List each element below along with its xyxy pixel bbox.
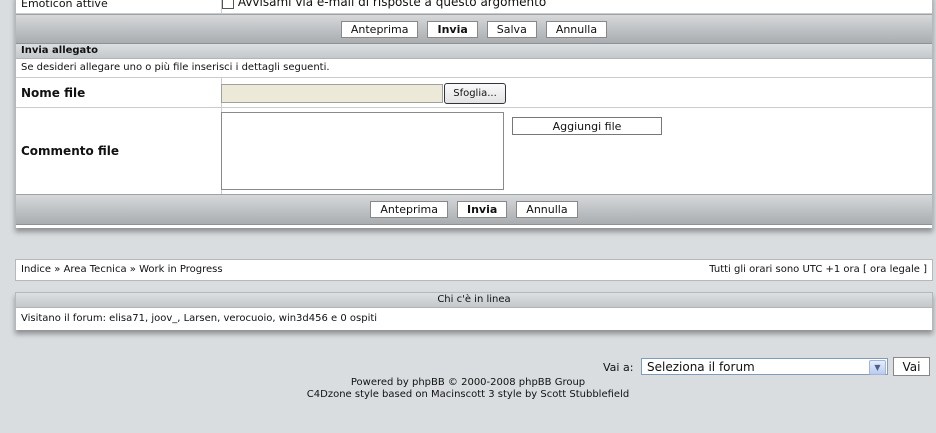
jump-go-button[interactable]: Vai [893,357,930,376]
browse-button[interactable]: Sfoglia... [444,83,506,104]
submit-button[interactable]: Invia [427,20,478,38]
attachment-preview-button[interactable]: Anteprima [370,201,448,218]
online-users: Visitano il forum: elisa71, joov_, Larse… [16,308,932,324]
preview-button[interactable]: Anteprima [340,20,419,38]
footer: Powered by phpBB © 2000-2008 phpBB Group… [0,377,936,401]
comment-label: Commento file [16,108,222,194]
online-users-text: Visitano il forum: elisa71, joov_, Larse… [21,313,378,324]
post-form-panel: Emoticon attive Avvisami via e-mail di r… [15,0,933,228]
filename-input[interactable] [221,84,443,103]
breadcrumb-area-tecnica[interactable]: Area Tecnica [64,264,127,275]
notify-checkbox[interactable] [222,0,234,9]
emoticon-label: Emoticon attive [21,0,108,10]
add-file-button[interactable]: Aggiungi file [512,117,662,135]
jump-label: Vai a: [603,361,634,374]
bottom-button-bar: Anteprima Invia Annulla [16,194,932,225]
online-header: Chi c'è in linea [16,293,932,308]
cancel-button[interactable]: Annulla [545,20,608,38]
breadcrumb-work-in-progress[interactable]: Work in Progress [139,264,222,275]
attachment-submit-button[interactable]: Invia [457,201,508,218]
emoticon-label-cell: Emoticon attive [16,0,222,13]
attachment-header: Invia allegato [16,44,932,59]
chevron-down-icon[interactable]: ▼ [869,360,886,375]
breadcrumb-separator: » [129,264,136,275]
filename-row: Nome file Sfoglia... [16,78,932,108]
online-header-label: Chi c'è in linea [437,294,511,305]
options-row: Emoticon attive Avvisami via e-mail di r… [16,0,932,14]
comment-row: Commento file Aggiungi file [16,108,932,194]
forum-select[interactable]: Seleziona il forum ▼ [641,358,888,375]
save-button[interactable]: Salva [486,20,537,38]
footer-style-credit: C4Dzone style based on Macinscott 3 styl… [306,389,630,400]
breadcrumb-separator: » [54,264,61,275]
timezone-info: Tutti gli orari sono UTC +1 ora [ ora le… [709,264,927,275]
notify-option[interactable]: Avvisami via e-mail di risposte a questo… [222,0,546,9]
timezone-prefix: Tutti gli orari sono UTC +1 ora [ [709,264,867,275]
attachment-description: Se desideri allegare uno o più file inse… [21,62,330,73]
online-panel: Chi c'è in linea Visitano il forum: elis… [15,292,933,330]
breadcrumb-index[interactable]: Indice [21,264,51,275]
attachment-description-row: Se desideri allegare uno o più file inse… [16,59,932,78]
breadcrumb: Indice » Area Tecnica » Work in Progress [21,264,223,275]
notify-label: Avvisami via e-mail di risposte a questo… [237,0,547,9]
footer-powered-by: Powered by phpBB © 2000-2008 phpBB Group [350,377,586,388]
forum-select-value: Seleziona il forum [647,360,755,374]
comment-textarea[interactable] [221,112,504,190]
timezone-suffix: ] [923,264,927,275]
dst-link[interactable]: ora legale [870,264,920,275]
top-button-bar: Anteprima Invia Salva Annulla [16,14,932,44]
filename-label: Nome file [16,78,222,107]
attachment-cancel-button[interactable]: Annulla [516,201,578,218]
breadcrumb-panel: Indice » Area Tecnica » Work in Progress… [15,259,933,281]
